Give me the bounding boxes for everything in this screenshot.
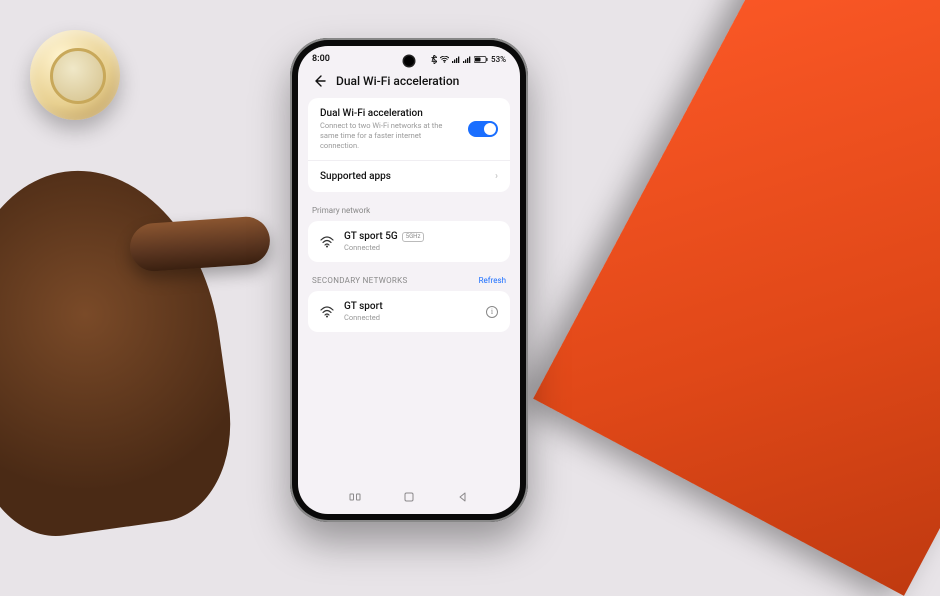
product-box: 13 OnePlus 13 <box>533 0 940 596</box>
back-button[interactable] <box>312 74 326 88</box>
primary-network-card: GT sport 5G 5GHz Connected <box>308 221 510 262</box>
secondary-network-card: GT sport Connected i <box>308 291 510 332</box>
signal-icon <box>452 56 460 63</box>
battery-icon <box>474 56 488 63</box>
dual-wifi-toggle-row[interactable]: Dual Wi-Fi acceleration Connect to two W… <box>308 98 510 160</box>
secondary-network-row[interactable]: GT sport Connected i <box>308 291 510 332</box>
signal-icon-2 <box>463 56 471 63</box>
toggle-description: Connect to two Wi-Fi networks at the sam… <box>320 121 458 150</box>
wifi-icon <box>320 305 334 319</box>
phone-screen: 8:00 53% Dual Wi-Fi acceleration <box>298 46 520 514</box>
wifi-icon <box>320 235 334 249</box>
primary-network-status: Connected <box>344 243 498 252</box>
status-icons: 53% <box>431 55 506 64</box>
content-area: Dual Wi-Fi acceleration Connect to two W… <box>298 98 520 482</box>
settings-card: Dual Wi-Fi acceleration Connect to two W… <box>308 98 510 192</box>
bluetooth-icon <box>431 55 437 64</box>
primary-network-label: Primary network <box>308 200 510 221</box>
desk-clock <box>30 30 120 120</box>
front-camera <box>404 56 414 66</box>
status-time: 8:00 <box>312 54 330 64</box>
title-bar: Dual Wi-Fi acceleration <box>298 66 520 98</box>
battery-percent: 53% <box>491 55 506 64</box>
recent-apps-button[interactable] <box>348 490 362 504</box>
box-number: 13 <box>912 75 940 285</box>
info-icon[interactable]: i <box>486 306 498 318</box>
toggle-switch[interactable] <box>468 121 498 137</box>
phone-frame: 8:00 53% Dual Wi-Fi acceleration <box>290 38 528 522</box>
secondary-networks-header: SECONDARY NETWORKS Refresh <box>308 270 510 291</box>
refresh-button[interactable]: Refresh <box>479 276 506 285</box>
secondary-networks-label: SECONDARY NETWORKS <box>312 276 408 285</box>
navigation-bar <box>298 482 520 514</box>
primary-network-name: GT sport 5G 5GHz <box>344 231 498 242</box>
back-nav-button[interactable] <box>456 490 470 504</box>
toggle-title: Dual Wi-Fi acceleration <box>320 108 458 119</box>
hand <box>0 154 244 547</box>
frequency-badge: 5GHz <box>402 232 425 242</box>
secondary-network-status: Connected <box>344 313 476 322</box>
wifi-icon <box>440 56 449 63</box>
supported-apps-label: Supported apps <box>320 171 485 182</box>
page-title: Dual Wi-Fi acceleration <box>336 74 459 88</box>
secondary-network-name: GT sport <box>344 301 476 312</box>
primary-network-row[interactable]: GT sport 5G 5GHz Connected <box>308 221 510 262</box>
supported-apps-row[interactable]: Supported apps › <box>308 160 510 192</box>
home-button[interactable] <box>402 490 416 504</box>
pointing-finger <box>128 215 271 273</box>
chevron-right-icon: › <box>495 171 498 182</box>
